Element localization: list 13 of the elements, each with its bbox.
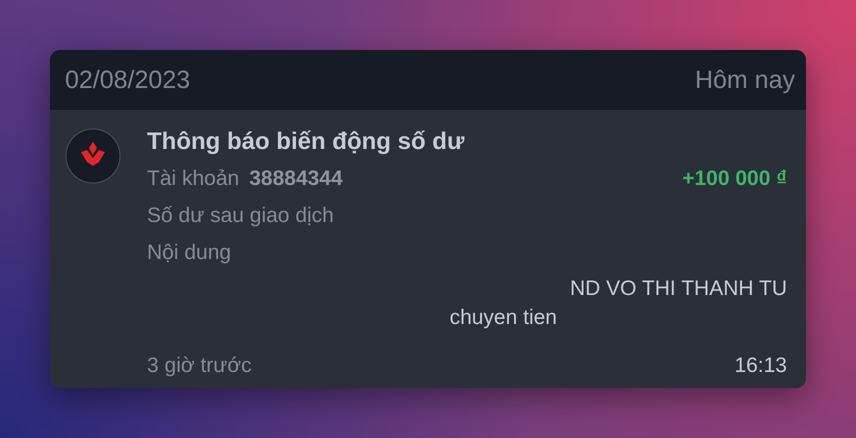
amount-label: +100 000 ₫ xyxy=(682,166,787,190)
elapsed-label: 3 giờ trước xyxy=(147,354,252,378)
account-label: Tài khoản xyxy=(147,166,240,190)
balance-label: Số dư sau giao dịch xyxy=(147,204,334,228)
content-text: ND VO THI THANH TU xyxy=(570,277,787,302)
content-text: chuyen tien xyxy=(450,306,557,330)
content-label: Nội dung xyxy=(147,240,232,264)
day-label: Hôm nay xyxy=(694,66,795,94)
notification-title: Thông báo biến động số dư xyxy=(147,128,466,157)
account-number: 38884344 xyxy=(249,166,343,190)
date-label: 02/08/2023 xyxy=(65,66,190,94)
time-label: 16:13 xyxy=(734,354,787,378)
bank-logo-icon xyxy=(65,128,121,184)
